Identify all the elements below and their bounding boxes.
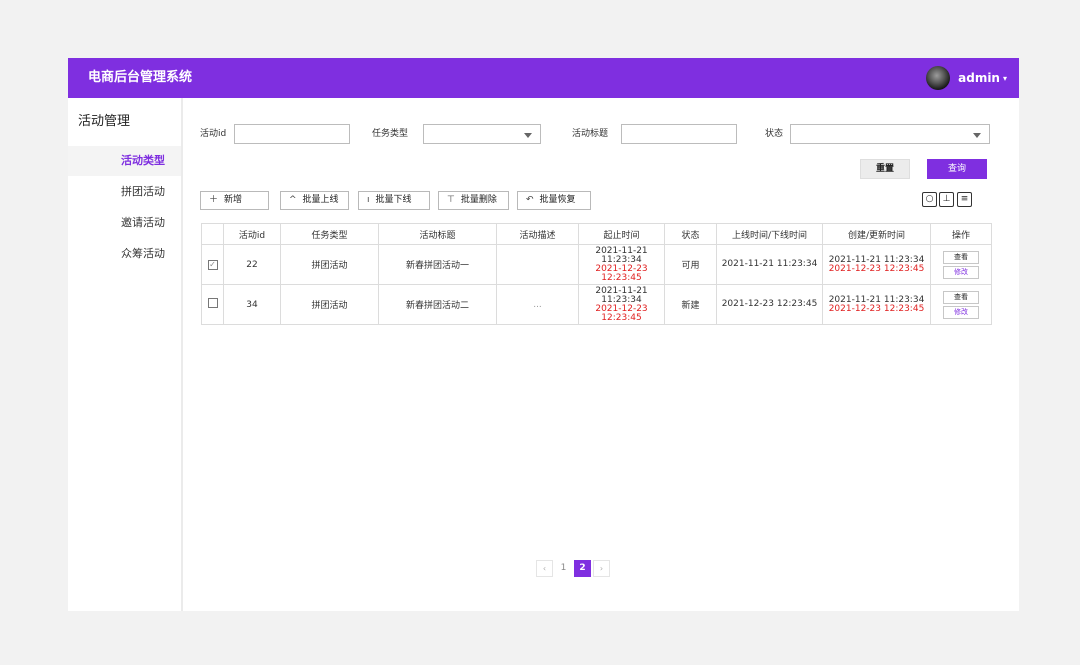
cell-actions: 查看 修改 (930, 244, 992, 285)
reset-button[interactable]: 重置 (860, 159, 910, 179)
export-icon[interactable]: ⊥ (939, 192, 954, 207)
page-button[interactable]: 1 (555, 560, 572, 577)
column-header: 起止时间 (578, 223, 665, 245)
edit-button[interactable]: 修改 (943, 305, 979, 319)
prev-page-button[interactable]: ‹ (536, 560, 553, 577)
column-header: 创建/更新时间 (822, 223, 931, 245)
end-time: 2021-12-23 12:23:45 (595, 303, 648, 323)
sidebar-item-activity-type[interactable]: 活动类型 (68, 146, 181, 176)
cell-actions: 查看 修改 (930, 284, 992, 325)
add-button-label: 新增 (224, 195, 243, 205)
cell-task-type: 拼团活动 (280, 244, 379, 285)
table-row: 34 拼团活动 新春拼团活动二 ... 2021-11-21 11:23:34 … (201, 284, 992, 325)
query-button[interactable]: 查询 (927, 159, 987, 179)
avatar[interactable] (926, 66, 951, 90)
cell-created-updated-time: 2021-11-21 11:23:34 2021-12-23 12:23:45 (822, 284, 931, 325)
app-frame: 电商后台管理系统 admin ▾ 活动管理 活动类型 拼团活动 邀请活动 众筹活… (68, 58, 1019, 611)
view-button[interactable]: 查看 (943, 290, 979, 304)
select-column-header (201, 223, 224, 245)
cell-status: 新建 (664, 284, 717, 325)
cell-start-end-time: 2021-11-21 11:23:34 2021-12-23 12:23:45 (578, 284, 665, 325)
column-header: 活动描述 (496, 223, 579, 245)
view-button[interactable]: 查看 (943, 250, 979, 264)
username[interactable]: admin (958, 71, 1000, 85)
plus-icon: ＋ (209, 195, 219, 205)
row-checkbox-checked[interactable]: ✓ (207, 259, 218, 270)
end-time: 2021-12-23 12:23:45 (595, 263, 648, 283)
cell-id: 34 (223, 284, 281, 325)
columns-icon[interactable]: ≡ (957, 192, 972, 207)
batch-delete-label: 批量删除 (460, 195, 497, 205)
sidebar-item-crowdfunding[interactable]: 众筹活动 (68, 239, 181, 269)
table-header-row: 活动id 任务类型 活动标题 活动描述 起止时间 状态 上线时间/下线时间 创建… (201, 223, 992, 245)
column-header: 状态 (664, 223, 717, 245)
activity-id-label: 活动id (200, 129, 227, 139)
batch-online-label: 批量上线 (302, 195, 339, 205)
cell-title: 新春拼团活动一 (378, 244, 497, 285)
task-type-select[interactable] (423, 124, 541, 144)
batch-offline-button[interactable]: ı 批量下线 (358, 191, 430, 210)
sidebar-item-invitation[interactable]: 邀请活动 (68, 208, 181, 238)
cell-description: ... (496, 284, 579, 325)
user-menu[interactable]: admin ▾ (926, 65, 1007, 91)
restore-icon: ↶ (526, 195, 534, 205)
top-header-bar: 电商后台管理系统 admin ▾ (68, 58, 1019, 98)
add-button[interactable]: ＋ 新增 (200, 191, 269, 210)
bar-icon: ı (367, 195, 370, 205)
chevron-up-icon: ^ (289, 195, 297, 205)
column-header: 活动标题 (378, 223, 497, 245)
trash-icon: ⊤ (447, 195, 455, 205)
app-title: 电商后台管理系统 (88, 70, 193, 85)
start-time: 2021-11-21 11:23:34 (595, 245, 648, 265)
cell-status: 可用 (664, 244, 717, 285)
sidebar-item-group-buying[interactable]: 拼团活动 (68, 177, 181, 207)
batch-restore-button[interactable]: ↶ 批量恢复 (517, 191, 591, 210)
edit-button[interactable]: 修改 (943, 265, 979, 279)
cell-id: 22 (223, 244, 281, 285)
task-type-label: 任务类型 (372, 129, 409, 139)
status-select[interactable] (790, 124, 990, 144)
pagination: ‹ 1 2 › (536, 560, 612, 577)
batch-online-button[interactable]: ^ 批量上线 (280, 191, 349, 210)
sidebar-heading: 活动管理 (78, 114, 131, 129)
main-content: 活动id 任务类型 活动标题 状态 重置 查询 ＋新增 ^ 批量上线 ı 批量下线 … (183, 98, 1019, 611)
column-header: 活动id (223, 223, 281, 245)
cell-task-type: 拼团活动 (280, 284, 379, 325)
activity-id-input[interactable] (234, 124, 350, 144)
cell-description (496, 244, 579, 285)
row-checkbox[interactable] (207, 298, 218, 308)
batch-restore-label: 批量恢复 (539, 195, 576, 205)
activity-table: 活动id 任务类型 活动标题 活动描述 起止时间 状态 上线时间/下线时间 创建… (201, 223, 992, 325)
status-label: 状态 (765, 129, 784, 139)
batch-delete-button[interactable]: ⊤ 批量删除 (438, 191, 509, 210)
updated-time: 2021-12-23 12:23:45 (828, 303, 925, 314)
column-header: 上线时间/下线时间 (716, 223, 823, 245)
batch-offline-label: 批量下线 (375, 195, 412, 205)
cell-created-updated-time: 2021-11-21 11:23:34 2021-12-23 12:23:45 (822, 244, 931, 285)
table-row: ✓ 22 拼团活动 新春拼团活动一 2021-11-21 11:23:34 20… (201, 244, 992, 285)
refresh-icon[interactable]: ○ (922, 192, 937, 207)
column-header: 任务类型 (280, 223, 379, 245)
next-page-button[interactable]: › (593, 560, 610, 577)
cell-online-offline-time: 2021-11-21 11:23:34 (716, 244, 823, 285)
activity-title-label: 活动标题 (572, 129, 609, 139)
updated-time: 2021-12-23 12:23:45 (828, 263, 925, 274)
activity-title-input[interactable] (621, 124, 737, 144)
sidebar: 活动管理 活动类型 拼团活动 邀请活动 众筹活动 (68, 98, 183, 611)
cell-online-offline-time: 2021-12-23 12:23:45 (716, 284, 823, 325)
start-time: 2021-11-21 11:23:34 (595, 285, 648, 305)
cell-title: 新春拼团活动二 (378, 284, 497, 325)
caret-down-icon[interactable]: ▾ (1003, 74, 1007, 83)
column-header: 操作 (930, 223, 992, 245)
cell-start-end-time: 2021-11-21 11:23:34 2021-12-23 12:23:45 (578, 244, 665, 285)
page-button-current[interactable]: 2 (574, 560, 591, 577)
